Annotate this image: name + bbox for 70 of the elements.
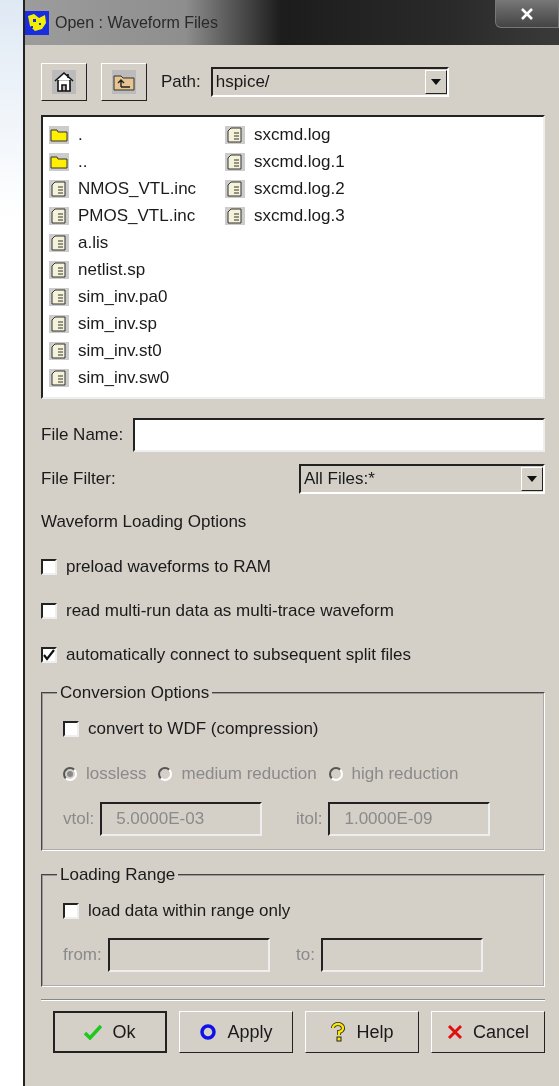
checkbox[interactable] bbox=[41, 647, 57, 663]
document-icon bbox=[49, 233, 69, 252]
document-icon bbox=[49, 368, 69, 387]
checkmark-icon bbox=[84, 1024, 103, 1040]
radio-label: high reduction bbox=[351, 764, 459, 784]
checkbox[interactable] bbox=[41, 603, 57, 619]
field-label: vtol: bbox=[63, 809, 95, 829]
document-icon bbox=[225, 179, 245, 198]
radio-label: medium reduction bbox=[181, 764, 317, 784]
folder-icon bbox=[49, 152, 69, 171]
close-button[interactable] bbox=[495, 0, 559, 28]
document-icon bbox=[225, 152, 245, 171]
folder-up-icon bbox=[112, 70, 136, 94]
file-filter-dropdown[interactable]: All Files:* bbox=[299, 464, 545, 494]
file-name[interactable]: PMOS_VTL.inc bbox=[78, 205, 196, 226]
document-icon bbox=[49, 260, 69, 279]
home-button[interactable] bbox=[41, 63, 87, 101]
close-icon bbox=[520, 7, 534, 20]
help-button[interactable]: Help bbox=[305, 1011, 419, 1053]
document-icon bbox=[49, 314, 69, 333]
ok-button[interactable]: Ok bbox=[53, 1011, 167, 1053]
document-icon bbox=[225, 206, 245, 225]
file-name[interactable]: sxcmd.log.1 bbox=[254, 151, 345, 172]
parent-folder-button[interactable] bbox=[101, 63, 147, 101]
path-dropdown[interactable]: hspice/ bbox=[210, 67, 449, 97]
file-name[interactable]: sxcmd.log bbox=[254, 124, 331, 145]
file-name[interactable]: sim_inv.sw0 bbox=[78, 367, 170, 388]
file-name[interactable]: sim_inv.pa0 bbox=[78, 286, 168, 307]
folder-icon bbox=[49, 125, 69, 144]
group-title: Loading Range bbox=[59, 865, 177, 885]
group-title: Conversion Options bbox=[59, 683, 211, 703]
house-icon bbox=[52, 70, 76, 94]
checkbox[interactable] bbox=[63, 721, 79, 737]
checkbox-label: preload waveforms to RAM bbox=[66, 557, 272, 577]
file-name[interactable]: netlist.sp bbox=[78, 259, 146, 280]
apply-button[interactable]: Apply bbox=[179, 1011, 293, 1053]
checkbox-label: load data within range only bbox=[88, 901, 291, 921]
question-mark-icon bbox=[330, 1022, 347, 1042]
field-label: from: bbox=[63, 945, 102, 965]
file-name[interactable]: sim_inv.st0 bbox=[78, 340, 162, 361]
document-icon bbox=[225, 125, 245, 144]
field-label: to: bbox=[296, 945, 315, 965]
checkbox[interactable] bbox=[63, 903, 79, 919]
window-title: Open : Waveform Files bbox=[55, 13, 218, 32]
file-filter-label: File Filter: bbox=[41, 469, 116, 489]
ring-icon bbox=[199, 1023, 218, 1041]
file-name[interactable]: sim_inv.sp bbox=[78, 313, 158, 334]
checkbox-label: automatically connect to subsequent split files bbox=[66, 645, 411, 665]
document-icon bbox=[49, 206, 69, 225]
checkbox[interactable] bbox=[41, 559, 57, 575]
file-name[interactable]: .. bbox=[78, 151, 88, 172]
file-name[interactable]: NMOS_VTL.inc bbox=[78, 178, 197, 199]
file-name[interactable]: sxcmd.log.2 bbox=[254, 178, 345, 199]
checkbox-label: convert to WDF (compression) bbox=[88, 719, 319, 739]
document-icon bbox=[49, 287, 69, 306]
file-name[interactable]: . bbox=[78, 124, 83, 145]
field-label: itol: bbox=[296, 809, 323, 829]
document-icon bbox=[49, 179, 69, 198]
radio-label: lossless bbox=[86, 764, 147, 784]
section-heading: Waveform Loading Options bbox=[41, 512, 247, 532]
file-name-label: File Name: bbox=[41, 425, 124, 445]
path-label: Path: bbox=[161, 72, 201, 92]
checkbox-label: read multi-run data as multi-trace waveform bbox=[66, 601, 394, 621]
document-icon bbox=[49, 341, 69, 360]
file-name[interactable]: sxcmd.log.3 bbox=[254, 205, 345, 226]
cancel-button[interactable]: Cancel bbox=[431, 1011, 545, 1053]
app-icon bbox=[25, 10, 49, 35]
file-name[interactable]: a.lis bbox=[78, 232, 109, 253]
cross-icon bbox=[447, 1024, 463, 1040]
file-name-input[interactable] bbox=[133, 418, 545, 452]
